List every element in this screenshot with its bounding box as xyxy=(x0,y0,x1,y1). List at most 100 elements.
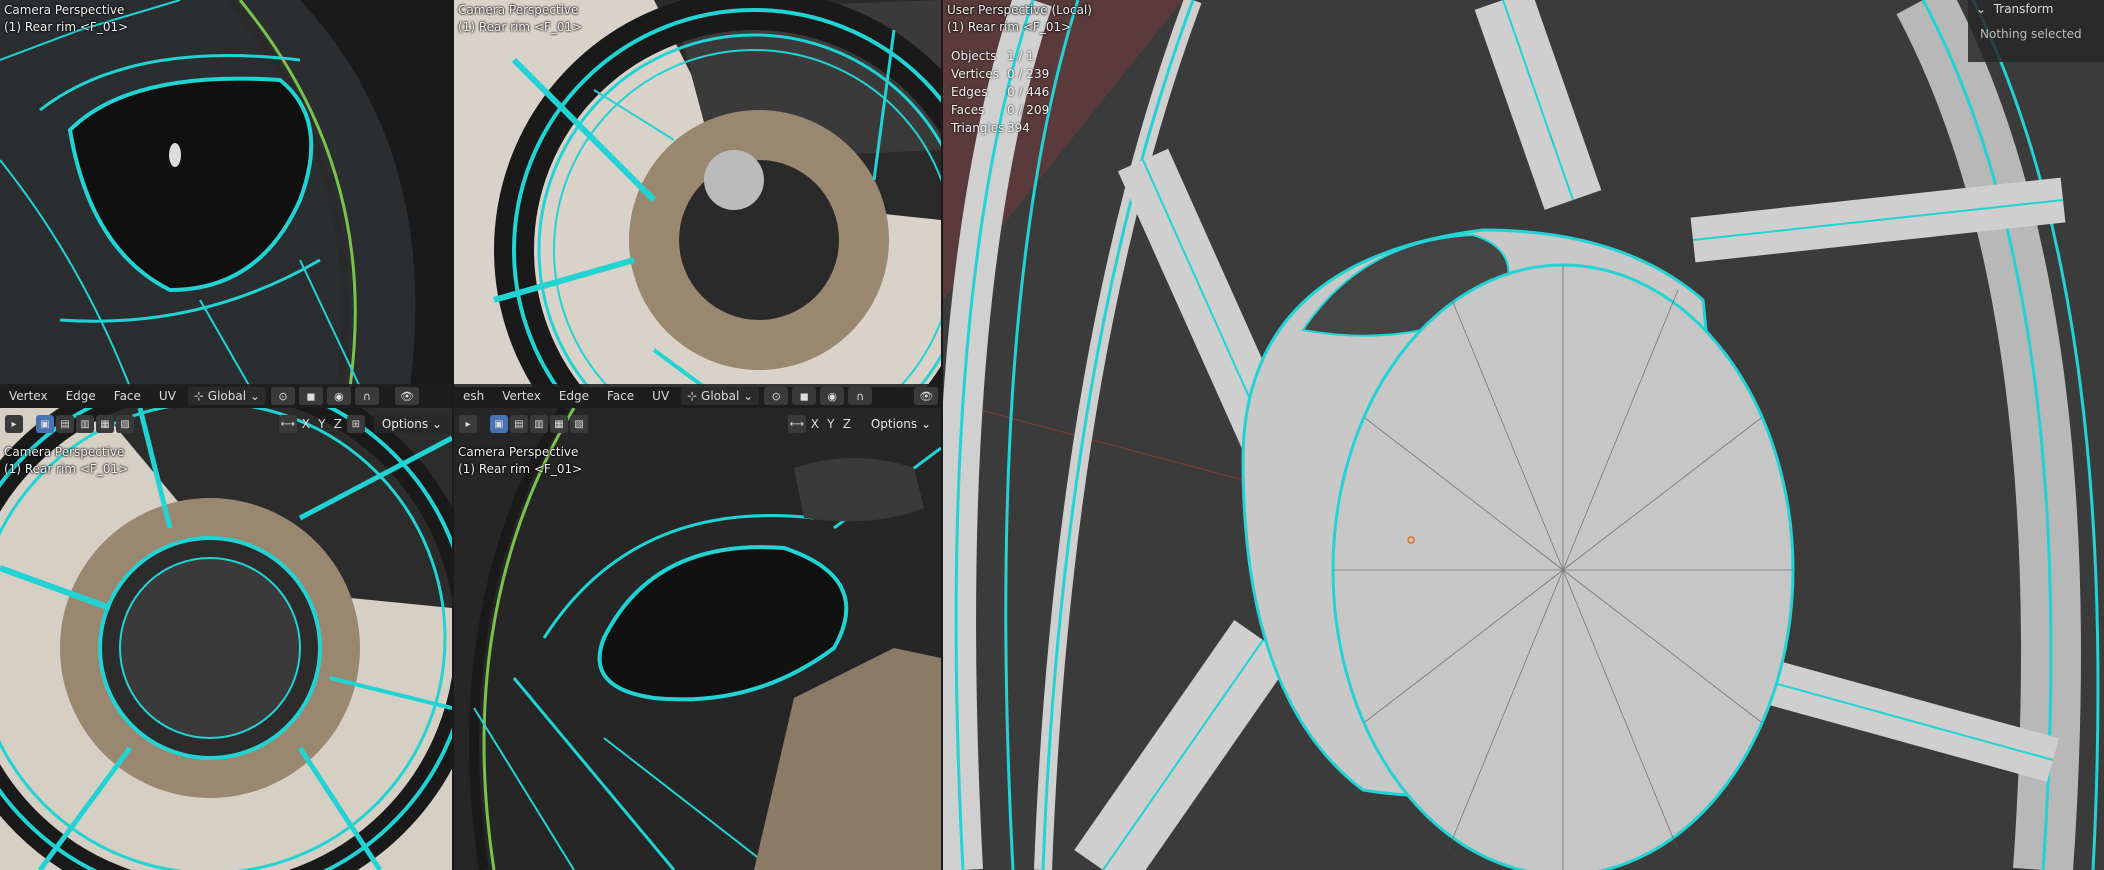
orientation-icon: ⊹ xyxy=(193,389,208,403)
snap-icon[interactable]: ◼ xyxy=(792,387,817,405)
stat-label: Edges xyxy=(951,85,988,99)
viewport-title: Camera Perspective xyxy=(458,3,579,17)
viewport-info: User Perspective (Local) (1) Rear rim <F… xyxy=(947,2,1092,36)
viewport-title: Camera Perspective xyxy=(4,3,125,17)
menu-mesh[interactable]: esh xyxy=(454,389,493,403)
axis-x-toggle[interactable]: X xyxy=(298,415,314,433)
viewport-object: (1) Rear rim <F_01> xyxy=(947,20,1072,34)
stat-triangles: Triangles 394 xyxy=(951,119,1049,137)
stat-edges: Edges 0 / 446 xyxy=(951,83,1049,101)
viewport-title: Camera Perspective xyxy=(458,445,579,459)
viewport-top-left[interactable]: Camera Perspective (1) Rear rim <F_01> xyxy=(0,0,452,387)
select-extend-icon[interactable]: ▤ xyxy=(56,415,74,433)
cursor-tool-icon[interactable]: ▸ xyxy=(459,415,477,433)
stat-label: Triangles xyxy=(951,121,1005,135)
select-intersect-icon[interactable]: ▦ xyxy=(96,415,114,433)
falloff-icon[interactable]: ∩ xyxy=(848,387,873,405)
pivot-point-icon[interactable]: ⊙ xyxy=(764,387,789,405)
edit-mode-header-left: Vertex Edge Face UV ⊹ Global ⌄ ⊙ ◼ ◉ ∩ 👁 xyxy=(0,384,452,408)
stat-value: 0 / 239 xyxy=(1007,67,1050,81)
viewport-scene xyxy=(0,0,452,387)
select-invert-icon[interactable]: ▧ xyxy=(116,415,134,433)
stat-objects: Objects 1 / 1 xyxy=(951,47,1049,65)
tool-row-mid: ▸ ▣ ▤ ▥ ▦ ▧ ⟷ X Y Z Options ⌄ xyxy=(458,412,939,436)
proportional-edit-icon[interactable]: ◉ xyxy=(326,387,351,405)
viewport-info: Camera Perspective (1) Rear rim <F_01> xyxy=(458,444,582,478)
cursor-tool-icon[interactable]: ▸ xyxy=(5,415,23,433)
options-dropdown[interactable]: Options ⌄ xyxy=(862,415,939,433)
options-label: Options xyxy=(870,417,918,431)
viewport-object: (1) Rear rim <F_01> xyxy=(458,462,583,476)
options-dropdown[interactable]: Options ⌄ xyxy=(373,415,450,433)
area-divider-vertical[interactable] xyxy=(452,0,454,870)
menu-edge[interactable]: Edge xyxy=(550,389,598,403)
blender-window: Camera Perspective (1) Rear rim <F_01> C… xyxy=(0,0,2104,870)
transform-panel-title: Transform xyxy=(1993,2,2054,16)
mirror-icon[interactable]: ⟷ xyxy=(787,415,806,433)
visibility-icon[interactable]: 👁 xyxy=(914,387,939,405)
axis-z-toggle[interactable]: Z xyxy=(839,415,855,433)
stat-label: Faces xyxy=(951,103,985,117)
stat-value: 0 / 209 xyxy=(1007,103,1050,117)
select-subtract-icon[interactable]: ▥ xyxy=(76,415,94,433)
viewport-object: (1) Rear rim <F_01> xyxy=(4,20,129,34)
select-new-icon[interactable]: ▣ xyxy=(36,415,54,433)
area-divider-vertical[interactable] xyxy=(941,0,943,870)
viewport-object: (1) Rear rim <F_01> xyxy=(4,462,129,476)
chevron-down-icon: ⌄ xyxy=(917,417,931,431)
axis-y-toggle[interactable]: Y xyxy=(823,415,839,433)
scene-statistics: Objects 1 / 1 Vertices 0 / 239 Edges 0 / 44… xyxy=(951,47,1049,137)
menu-vertex[interactable]: Vertex xyxy=(0,389,57,403)
menu-edge[interactable]: Edge xyxy=(57,389,105,403)
select-intersect-icon[interactable]: ▦ xyxy=(550,415,568,433)
chevron-down-icon: ⌄ xyxy=(428,417,442,431)
viewport-main[interactable]: User Perspective (Local) (1) Rear rim <F… xyxy=(943,0,2104,870)
pivot-point-icon[interactable]: ⊙ xyxy=(270,387,295,405)
viewport-info: Camera Perspective (1) Rear rim <F_01> xyxy=(4,444,128,478)
proportional-edit-icon[interactable]: ◉ xyxy=(820,387,845,405)
stat-value: 394 xyxy=(1007,121,1030,135)
stat-value: 0 / 446 xyxy=(1007,85,1050,99)
viewport-bottom-left[interactable]: ▸ ▣ ▤ ▥ ▦ ▧ ⟷ X Y Z ⊞ Options ⌄ Camera P… xyxy=(0,408,452,870)
orientation-label: Global xyxy=(701,389,740,403)
select-invert-icon[interactable]: ▧ xyxy=(570,415,588,433)
viewport-info: Camera Perspective (1) Rear rim <F_01> xyxy=(458,2,582,36)
transform-panel-empty: Nothing selected xyxy=(1980,27,2082,41)
chevron-down-icon: ⌄ xyxy=(739,389,754,403)
stat-value: 1 / 1 xyxy=(1007,49,1034,63)
transform-orientation-select[interactable]: ⊹ Global ⌄ xyxy=(187,387,266,405)
snap-icon[interactable]: ◼ xyxy=(298,387,323,405)
viewport-info: Camera Perspective (1) Rear rim <F_01> xyxy=(4,2,128,36)
select-extend-icon[interactable]: ▤ xyxy=(510,415,528,433)
select-subtract-icon[interactable]: ▥ xyxy=(530,415,548,433)
stat-vertices: Vertices 0 / 239 xyxy=(951,65,1049,83)
viewport-bottom-mid[interactable]: ▸ ▣ ▤ ▥ ▦ ▧ ⟷ X Y Z Options ⌄ Camera Per… xyxy=(454,408,941,870)
axis-x-toggle[interactable]: X xyxy=(807,415,823,433)
menu-face[interactable]: Face xyxy=(105,389,150,403)
transform-orientation-select[interactable]: ⊹ Global ⌄ xyxy=(681,387,760,405)
viewport-scene xyxy=(454,0,941,387)
viewport-scene xyxy=(943,0,2104,870)
stat-faces: Faces 0 / 209 xyxy=(951,101,1049,119)
chevron-down-icon: ⌄ xyxy=(1976,2,1994,16)
falloff-icon[interactable]: ∩ xyxy=(354,387,379,405)
orientation-icon: ⊹ xyxy=(687,389,702,403)
tool-row-left: ▸ ▣ ▤ ▥ ▦ ▧ ⟷ X Y Z ⊞ Options ⌄ xyxy=(4,412,450,436)
axis-y-toggle[interactable]: Y xyxy=(314,415,330,433)
viewport-top-mid[interactable]: Camera Perspective (1) Rear rim <F_01> xyxy=(454,0,941,387)
mirror-icon[interactable]: ⟷ xyxy=(278,415,297,433)
auto-merge-icon[interactable]: ⊞ xyxy=(346,415,365,433)
transform-panel-header[interactable]: ⌄ Transform xyxy=(1968,0,2104,19)
menu-face[interactable]: Face xyxy=(598,389,643,403)
axis-z-toggle[interactable]: Z xyxy=(330,415,346,433)
stat-label: Vertices xyxy=(951,67,999,81)
menu-uv[interactable]: UV xyxy=(150,389,185,403)
visibility-icon[interactable]: 👁 xyxy=(394,387,419,405)
viewport-title: Camera Perspective xyxy=(4,445,125,459)
menu-vertex[interactable]: Vertex xyxy=(493,389,550,403)
menu-uv[interactable]: UV xyxy=(643,389,678,403)
select-new-icon[interactable]: ▣ xyxy=(490,415,508,433)
viewport-title: User Perspective (Local) xyxy=(947,3,1092,17)
edit-mode-header-mid: esh Vertex Edge Face UV ⊹ Global ⌄ ⊙ ◼ ◉… xyxy=(454,384,941,408)
options-label: Options xyxy=(381,417,429,431)
